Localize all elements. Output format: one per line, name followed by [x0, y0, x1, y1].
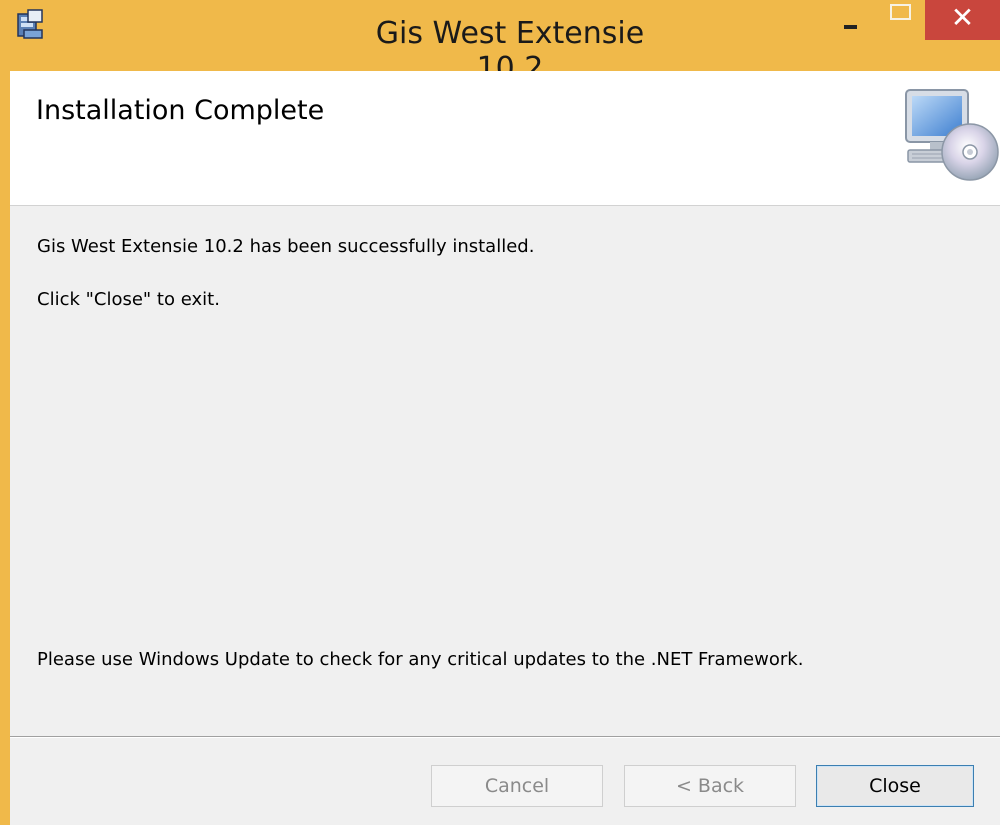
installer-app-icon — [17, 9, 43, 39]
maximize-button[interactable] — [880, 0, 920, 40]
dotnet-update-note: Please use Windows Update to check for a… — [37, 649, 804, 670]
minimize-icon — [844, 25, 857, 29]
dialog-client-area: Installation Complete Gis West Extensie … — [10, 71, 1000, 825]
installer-window: Gis West Extensie 10.2 ✕ Installation Co… — [0, 0, 1000, 825]
close-button[interactable]: Close — [816, 765, 974, 807]
close-icon: ✕ — [950, 1, 975, 34]
cancel-button[interactable]: Cancel — [431, 765, 603, 807]
dialog-header: Installation Complete — [10, 71, 1000, 206]
back-button[interactable]: < Back — [624, 765, 796, 807]
success-message: Gis West Extensie 10.2 has been successf… — [37, 236, 535, 257]
title-bar[interactable]: Gis West Extensie 10.2 ✕ — [0, 0, 1000, 86]
footer-divider — [10, 736, 1000, 738]
exit-instruction: Click "Close" to exit. — [37, 289, 220, 310]
setup-computer-cd-icon — [905, 89, 999, 181]
maximize-icon — [890, 4, 911, 20]
window-close-button[interactable]: ✕ — [925, 0, 1000, 40]
minimize-button[interactable] — [830, 0, 870, 40]
page-title: Installation Complete — [36, 95, 325, 126]
